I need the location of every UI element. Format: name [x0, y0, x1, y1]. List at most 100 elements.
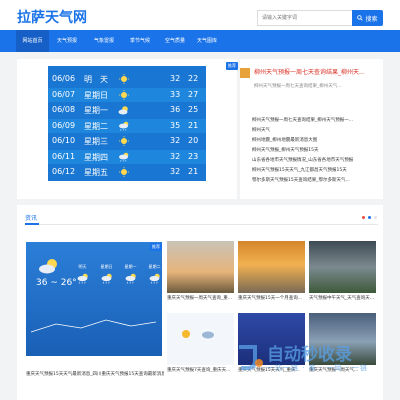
mini-day-label: 星期日: [100, 264, 113, 269]
forecast-table[interactable]: 06/06 明 天 32 22 06/07 星期日 33 27 06/08 星期一 36 25 06/0…: [48, 66, 206, 181]
news-link[interactable]: 山东省各地市天气预报情况_山东省各地市天气预报: [252, 157, 377, 163]
rain-cloud-icon: [118, 121, 130, 131]
mini-forecast-day: 明天: [74, 264, 91, 285]
forecast-low: 22: [188, 74, 199, 83]
news-link[interactable]: 柳州地震_柳州地震最新消息大图: [252, 137, 377, 143]
forecast-low: 27: [188, 89, 199, 99]
rain-cloud-icon: [118, 152, 130, 162]
section-underline: [25, 223, 39, 225]
forecast-high: 32: [170, 74, 181, 83]
nav-air-quality[interactable]: 空气质量: [159, 30, 191, 52]
search-icon: [357, 15, 364, 21]
feature-tag: 推荐: [150, 243, 162, 251]
forecast-row: 06/07 星期日 33 27: [48, 87, 206, 102]
forecast-date: 06/10: [52, 136, 76, 145]
mini-forecast-row: 明天星期日星期一星期二星期三: [74, 264, 162, 285]
watermark-text: 自动秒收录: [267, 345, 352, 365]
mini-forecast-day: 星期二: [146, 264, 162, 285]
forecast-row: 06/11 星期四 32 23: [48, 149, 206, 164]
forecast-day: 明 天: [84, 75, 108, 84]
search-button-label: 搜索: [365, 15, 378, 23]
forecast-low: 20: [188, 136, 199, 145]
sun-icon: [118, 74, 130, 84]
forecast-high: 35: [170, 120, 181, 130]
forecast-day: 星期日: [84, 90, 108, 100]
watermark: 自动秒收录 一站一链 · 推 · 一网 · 一链: [235, 337, 385, 379]
watermark-logo-icon: [239, 345, 263, 370]
nav-forecast[interactable]: 天气预报: [52, 30, 82, 52]
forecast-row: 06/10 星期三 32 20: [48, 134, 206, 148]
carousel-dot[interactable]: [362, 216, 365, 219]
rain-cloud-icon: [149, 273, 160, 284]
forecast-low: 21: [188, 167, 199, 176]
forecast-row: 06/09 星期二 35 21: [48, 118, 206, 133]
rain-cloud-icon: [77, 273, 88, 284]
gallery-thumbnail[interactable]: [167, 241, 234, 293]
site-header: 拉萨天气网 搜索: [0, 0, 400, 30]
forecast-low: 21: [188, 120, 199, 130]
recommend-tag: 推荐: [226, 62, 238, 70]
partly-cloudy-icon: [118, 105, 130, 115]
forecast-low: 23: [188, 151, 199, 161]
news-link[interactable]: 鄂尔多斯天气预报15天查询结果_鄂尔多斯天气...: [252, 177, 377, 183]
headline-thumbnail[interactable]: [240, 68, 250, 78]
forecast-day: 星期四: [84, 152, 108, 162]
feature-caption[interactable]: 重庆天气预报15天天气最新消息_四川重庆天气预报15天查询最新消息: [26, 371, 164, 377]
gallery-thumbnail[interactable]: [238, 241, 305, 293]
nav-climate[interactable]: 季节气候: [124, 30, 156, 52]
rain-cloud-icon: [101, 273, 112, 284]
mini-day-label: 星期二: [148, 264, 161, 269]
carousel-dot[interactable]: [374, 216, 377, 219]
forecast-low: 25: [188, 105, 199, 114]
sun-icon: [118, 167, 130, 177]
gallery-caption[interactable]: 重庆天气预报7天查询_重庆天...: [167, 367, 234, 373]
nav-radar[interactable]: 气象雷报: [88, 30, 120, 52]
news-link[interactable]: 柳州天气预报_柳州天气预报15天: [252, 147, 377, 153]
nav-home[interactable]: 网站首页: [16, 30, 49, 52]
forecast-day: 星期五: [84, 168, 108, 177]
forecast-date: 06/09: [52, 120, 76, 130]
gallery-thumbnail[interactable]: [167, 313, 234, 365]
headline-summary: 柳州天气预报一周七天查询结果_柳州天气...: [254, 84, 342, 89]
rain-cloud-icon: [125, 273, 136, 284]
mini-forecast-day: 星期一: [122, 264, 139, 285]
forecast-date: 06/12: [52, 167, 76, 176]
forecast-high: 32: [170, 136, 181, 145]
news-link[interactable]: 柳州天气: [252, 127, 377, 133]
carousel-dot[interactable]: [368, 216, 371, 219]
mini-day-label: 明天: [78, 264, 87, 269]
forecast-date: 06/06: [52, 74, 76, 83]
gallery-caption[interactable]: 重庆天气预报一周天气查询_重...: [167, 295, 234, 301]
sun-icon: [182, 330, 190, 338]
forecast-high: 36: [170, 105, 181, 114]
temperature-chart: [26, 302, 162, 342]
watermark-subtext: 一站一链 · 推 · 一网 · 一链: [267, 364, 369, 372]
site-logo[interactable]: 拉萨天气网: [17, 7, 87, 27]
section-divider: [25, 224, 378, 225]
forecast-high: 32: [170, 167, 181, 176]
forecast-date: 06/07: [52, 89, 76, 99]
headline-title[interactable]: 柳州天气预报一周七天查询结果_柳州天...: [254, 67, 370, 76]
cloud-icon: [202, 331, 214, 339]
forecast-row: 06/12 星期五 32 21: [48, 165, 206, 179]
mini-forecast-day: 星期日: [98, 264, 115, 285]
forecast-day: 星期一: [84, 106, 108, 115]
sun-icon: [118, 89, 130, 100]
feature-forecast-thumbnail[interactable]: 36 ~ 26° 明天星期日星期一星期二星期三: [26, 242, 162, 356]
forecast-day: 星期三: [84, 137, 108, 146]
forecast-high: 33: [170, 89, 181, 99]
main-nav: 网站首页 天气预报 气象雷报 季节气候 空气质量 天气图库: [0, 30, 400, 52]
search-input[interactable]: [257, 10, 352, 26]
gallery-thumbnail[interactable]: [309, 241, 376, 293]
gallery-caption[interactable]: 重庆天气预报15天一个月查询...: [238, 295, 305, 301]
mini-day-label: 星期一: [124, 264, 137, 269]
news-link[interactable]: 柳州天气预报一周七天查询结果_柳州天气预报一...: [252, 117, 377, 123]
news-link[interactable]: 柳州天气预报15天天气_九江都昌天气预报15天: [252, 167, 377, 173]
forecast-row: 06/08 星期一 36 25: [48, 103, 206, 117]
section-title: 资讯: [25, 215, 38, 222]
nav-gallery[interactable]: 天气图库: [191, 30, 223, 52]
gallery-caption[interactable]: 天气预报中午天气_天气查询天...: [309, 295, 376, 301]
search-button[interactable]: 搜索: [352, 10, 383, 26]
sun-icon: [118, 136, 130, 146]
forecast-high: 32: [170, 151, 181, 161]
